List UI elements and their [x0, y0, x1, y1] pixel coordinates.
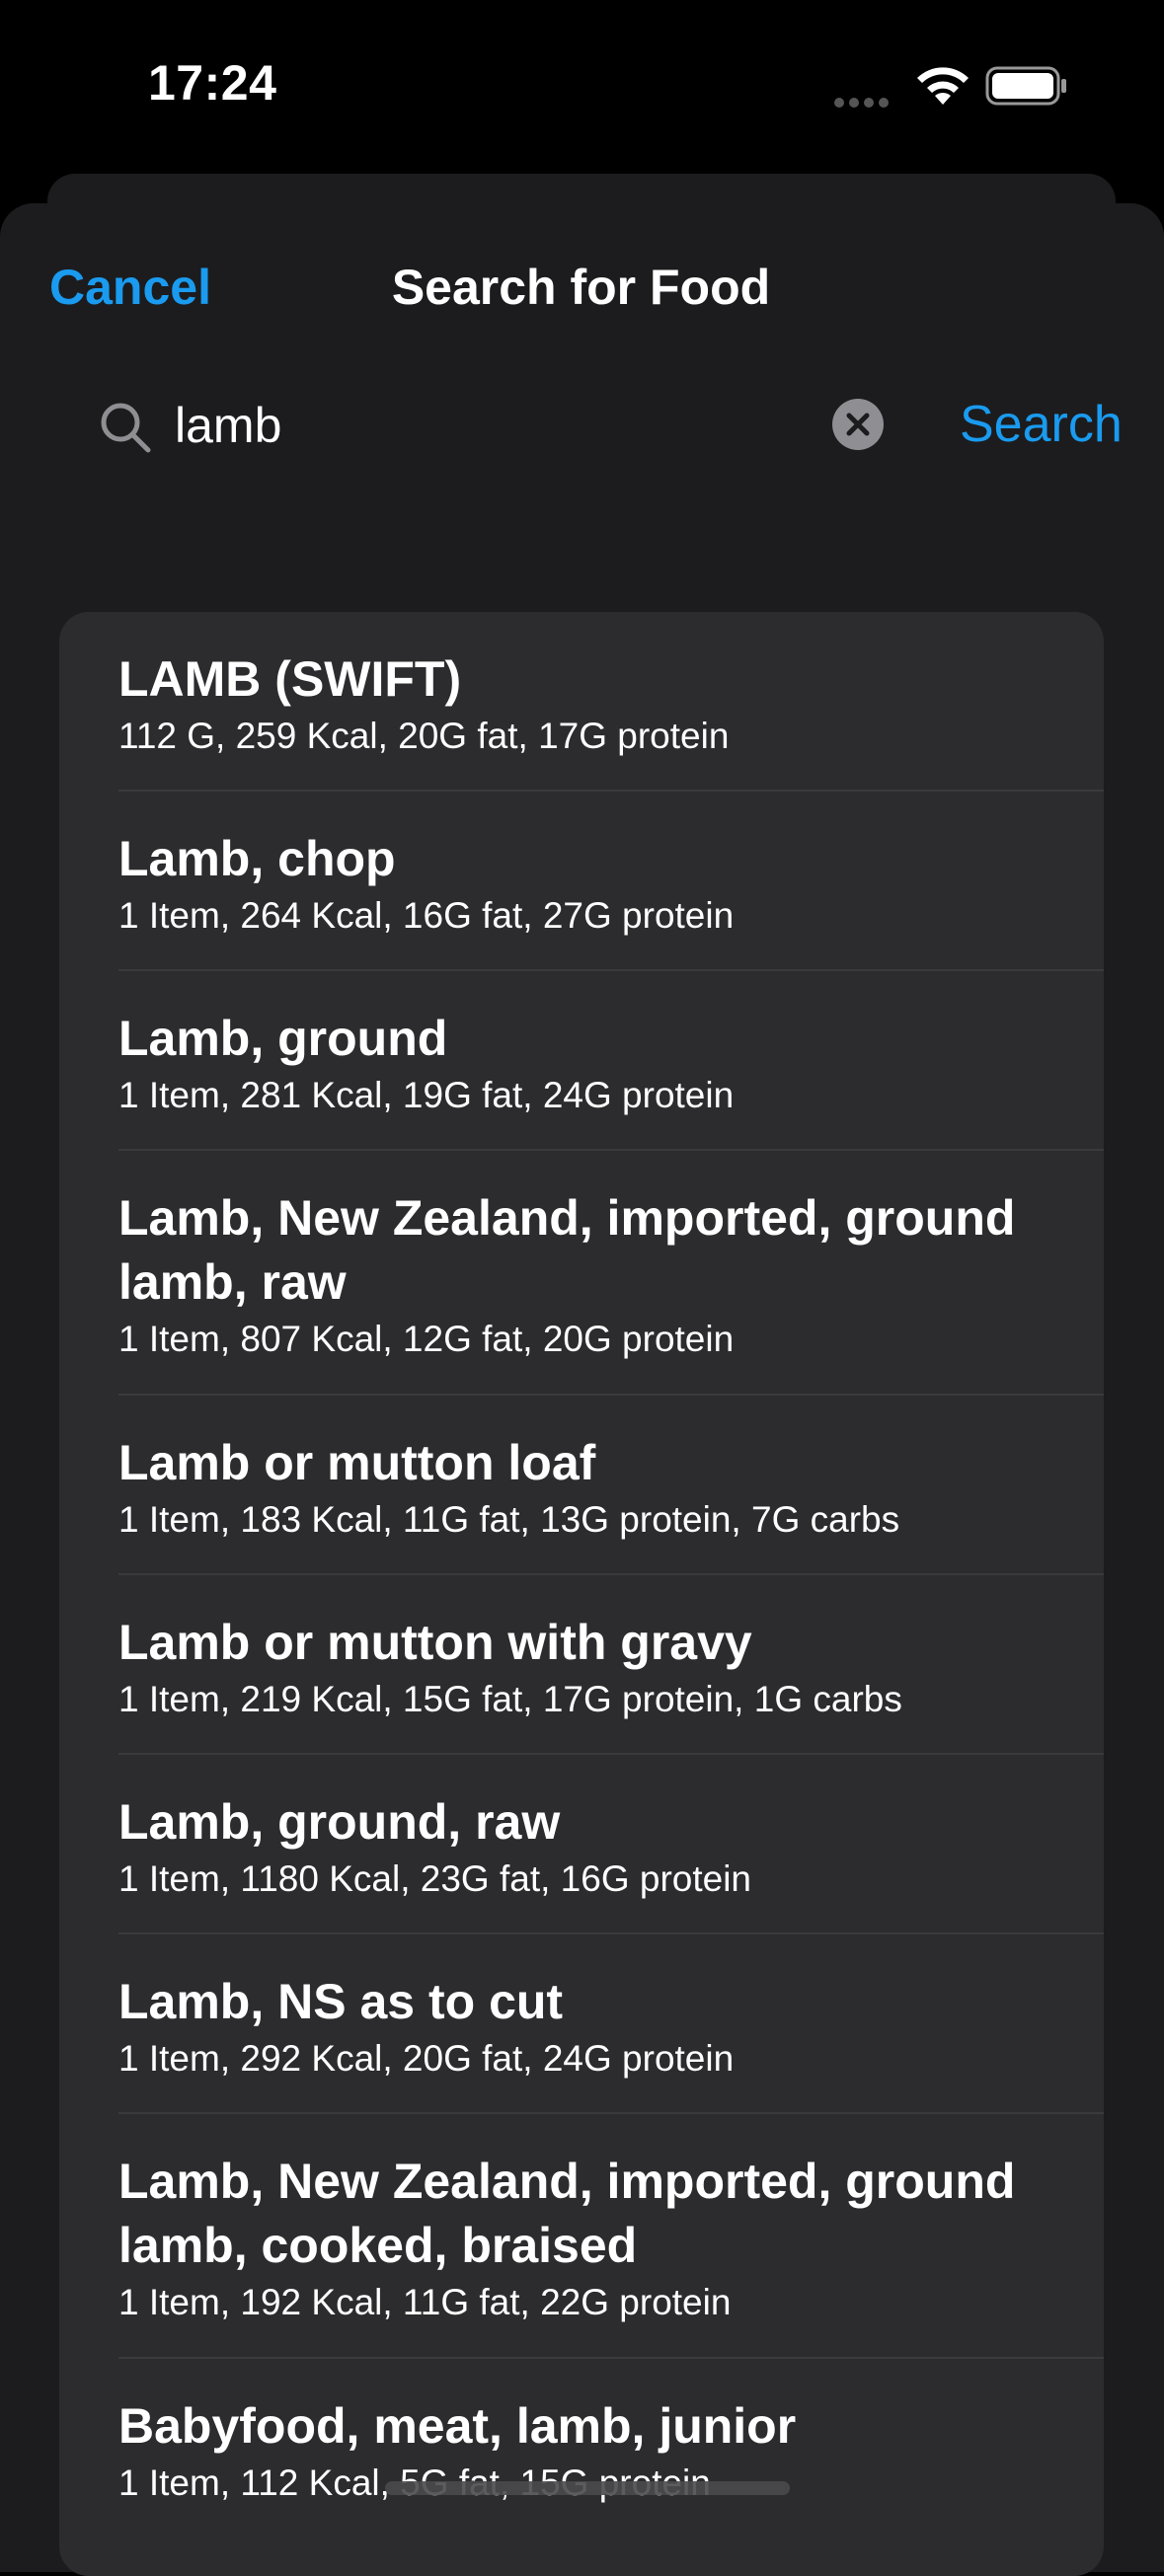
result-description: 1 Item, 281 Kcal, 19G fat, 24G protein [118, 1075, 735, 1115]
result-name: Lamb, chop [118, 831, 396, 886]
status-time: 17:24 [148, 55, 277, 111]
result-name: LAMB (SWIFT) [118, 651, 462, 707]
wifi-icon [913, 65, 972, 114]
result-item[interactable]: Lamb or mutton loaf 1 Item, 183 Kcal, 11… [59, 1396, 1104, 1575]
close-icon [846, 413, 870, 436]
cancel-button[interactable]: Cancel [49, 259, 211, 316]
result-name: Lamb or mutton with gravy [118, 1615, 752, 1670]
clear-search-button[interactable] [832, 399, 884, 450]
result-description: 112 G, 259 Kcal, 20G fat, 17G protein [118, 716, 730, 756]
result-item[interactable]: Lamb or mutton with gravy 1 Item, 219 Kc… [59, 1575, 1104, 1755]
result-description: 1 Item, 1180 Kcal, 23G fat, 16G protein [118, 1858, 752, 1899]
result-name: Lamb, ground, raw [118, 1794, 561, 1850]
result-description: 1 Item, 807 Kcal, 12G fat, 20G protein [118, 1319, 735, 1359]
result-name: Lamb, ground [118, 1011, 448, 1066]
battery-icon [985, 66, 1068, 111]
search-button[interactable]: Search [960, 395, 1123, 454]
result-description: 1 Item, 183 Kcal, 11G fat, 13G protein, … [118, 1499, 900, 1540]
cellular-signal-icon [834, 95, 893, 113]
result-item[interactable]: Lamb, chop 1 Item, 264 Kcal, 16G fat, 27… [59, 792, 1104, 971]
search-icon [99, 401, 152, 459]
result-item[interactable]: Lamb, NS as to cut 1 Item, 292 Kcal, 20G… [59, 1934, 1104, 2114]
result-description: 1 Item, 264 Kcal, 16G fat, 27G protein [118, 895, 735, 936]
result-item[interactable]: Lamb, New Zealand, imported, ground lamb… [59, 2114, 1104, 2359]
result-item[interactable]: Lamb, New Zealand, imported, ground lamb… [59, 1151, 1104, 1396]
search-input[interactable] [173, 385, 809, 466]
result-item[interactable]: Lamb, ground 1 Item, 281 Kcal, 19G fat, … [59, 971, 1104, 1151]
result-description: 1 Item, 292 Kcal, 20G fat, 24G protein [118, 2038, 735, 2079]
result-description: 1 Item, 192 Kcal, 11G fat, 22G protein [118, 2282, 732, 2322]
result-name: Lamb or mutton loaf [118, 1435, 596, 1490]
results-list: LAMB (SWIFT) 112 G, 259 Kcal, 20G fat, 1… [59, 612, 1104, 2576]
result-name: Babyfood, meat, lamb, junior [118, 2398, 797, 2454]
result-item[interactable]: Lamb, ground, raw 1 Item, 1180 Kcal, 23G… [59, 1755, 1104, 1934]
home-indicator[interactable] [385, 2481, 790, 2495]
result-description: 1 Item, 219 Kcal, 15G fat, 17G protein, … [118, 1679, 902, 1719]
result-name: Lamb, New Zealand, imported, ground lamb… [118, 1190, 1016, 1310]
result-name: Lamb, NS as to cut [118, 1974, 564, 2029]
result-item[interactable]: Babyfood, meat, lamb, junior 1 Item, 112… [59, 2359, 1104, 2538]
result-item[interactable]: LAMB (SWIFT) 112 G, 259 Kcal, 20G fat, 1… [59, 612, 1104, 792]
status-bar: 17:24 [0, 0, 1164, 168]
search-bar: Search [0, 385, 1164, 466]
result-name: Lamb, New Zealand, imported, ground lamb… [118, 2154, 1016, 2273]
